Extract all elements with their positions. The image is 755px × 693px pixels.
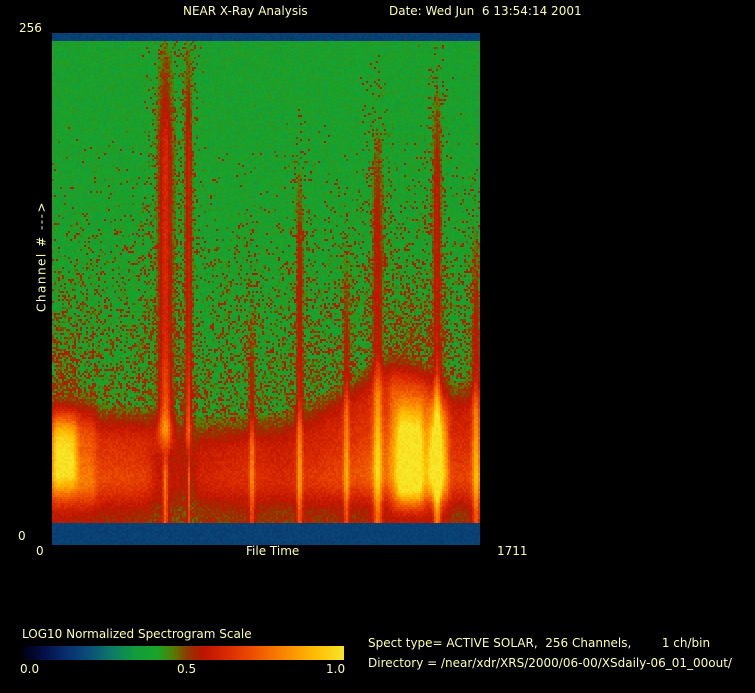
y-axis-title: Channel # ---> [36, 192, 49, 322]
colorbar-tick-min: 0.0 [20, 663, 39, 676]
y-axis-min-label: 0 [18, 530, 26, 543]
colorbar-title: LOG10 Normalized Spectrogram Scale [22, 628, 252, 641]
directory-line: Directory = /near/xdr/XRS/2000/06-00/XSd… [368, 657, 732, 670]
window-date: Date: Wed Jun 6 13:54:14 2001 [389, 5, 582, 18]
spect-type-line: Spect type= ACTIVE SOLAR, 256 Channels, … [368, 637, 710, 650]
x-axis-title: File Time [246, 545, 299, 558]
near-xray-analysis-window: NEAR X-Ray Analysis Date: Wed Jun 6 13:5… [0, 0, 755, 693]
spectrogram-plot [52, 33, 480, 545]
window-title: NEAR X-Ray Analysis [183, 5, 308, 18]
x-axis-max-label: 1711 [497, 545, 528, 558]
colorbar [22, 646, 344, 660]
colorbar-tick-max: 1.0 [326, 663, 345, 676]
y-axis-max-label: 256 [19, 22, 42, 35]
x-axis-min-label: 0 [36, 545, 44, 558]
colorbar-tick-mid: 0.5 [177, 663, 196, 676]
